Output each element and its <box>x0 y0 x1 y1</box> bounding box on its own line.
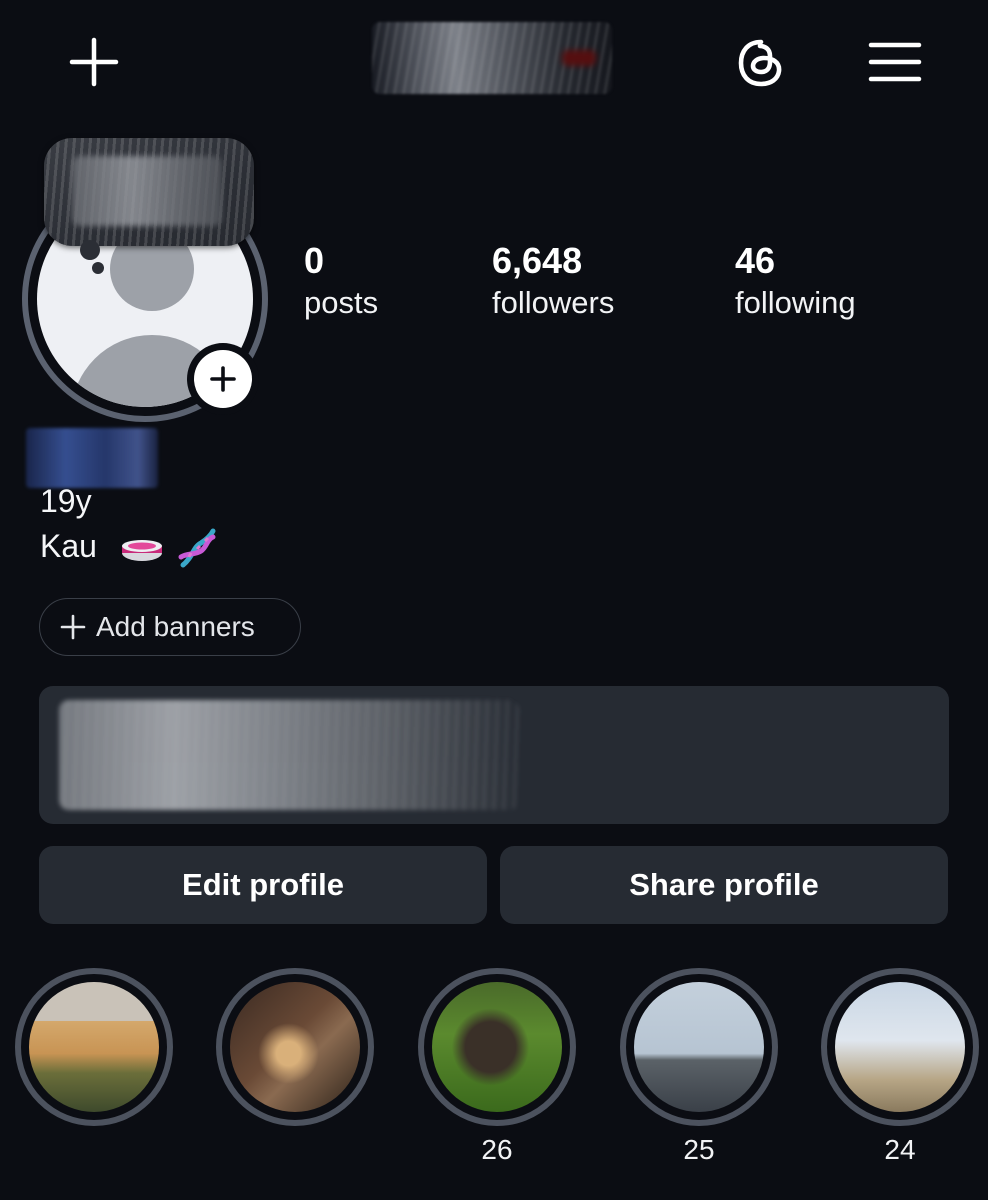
add-story-button[interactable] <box>187 343 259 415</box>
stat-value: 46 <box>735 240 776 281</box>
stat-value: 6,648 <box>492 240 583 281</box>
followers-count[interactable]: 6,648 followers <box>492 240 614 324</box>
highlight-cover-photo <box>230 982 360 1112</box>
share-profile-button[interactable]: Share profile <box>500 846 948 924</box>
highlight-cover-tower <box>835 982 965 1112</box>
highlight-cover-cat <box>432 982 562 1112</box>
professional-dashboard-card[interactable] <box>39 686 949 824</box>
note-bubble-tail <box>80 240 100 260</box>
threads-button[interactable] <box>734 36 788 90</box>
plus-icon <box>69 37 119 87</box>
bio-text: Kau <box>40 528 97 564</box>
bio-line: Kau <box>40 526 219 571</box>
plus-icon <box>60 614 86 640</box>
highlight-cover-building <box>29 982 159 1112</box>
card-content-redacted <box>59 700 519 810</box>
note-redacted <box>72 156 222 226</box>
posts-count[interactable]: 0 posts <box>304 240 378 324</box>
redaction-mark <box>562 50 596 66</box>
username-redacted[interactable] <box>372 22 612 94</box>
stat-label: followers <box>492 285 615 320</box>
edit-profile-button[interactable]: Edit profile <box>39 846 487 924</box>
edit-profile-label: Edit profile <box>182 867 344 902</box>
story-highlight[interactable] <box>216 968 376 1168</box>
share-profile-label: Share profile <box>629 867 819 902</box>
story-highlight[interactable]: 25 <box>620 968 780 1168</box>
add-banners-button[interactable]: Add banners <box>39 598 301 656</box>
create-button[interactable] <box>66 34 122 90</box>
note-bubble-tail-small <box>92 262 104 274</box>
following-count[interactable]: 46 following <box>735 240 856 324</box>
add-banners-label: Add banners <box>96 611 255 642</box>
highlight-cover-road-sign <box>634 982 764 1112</box>
stat-label: posts <box>304 285 379 320</box>
dna-icon <box>178 528 216 568</box>
stat-value: 0 <box>304 240 325 281</box>
hamburger-menu-icon <box>868 42 922 82</box>
profile-note-bubble[interactable] <box>44 138 254 246</box>
bio-age: 19y <box>40 483 92 519</box>
display-name-redacted <box>26 428 158 488</box>
highlight-count: 25 <box>683 1134 715 1165</box>
stat-label: following <box>735 285 856 320</box>
highlight-count: 24 <box>884 1134 916 1165</box>
threads-icon <box>738 39 782 87</box>
menu-button[interactable] <box>868 40 922 84</box>
story-highlight[interactable] <box>15 968 175 1168</box>
story-highlight[interactable]: 26 <box>418 968 578 1168</box>
petri-dish-icon <box>121 539 162 561</box>
plus-icon <box>210 366 236 392</box>
highlight-count: 26 <box>481 1134 513 1165</box>
story-highlight[interactable]: 24 <box>821 968 981 1168</box>
